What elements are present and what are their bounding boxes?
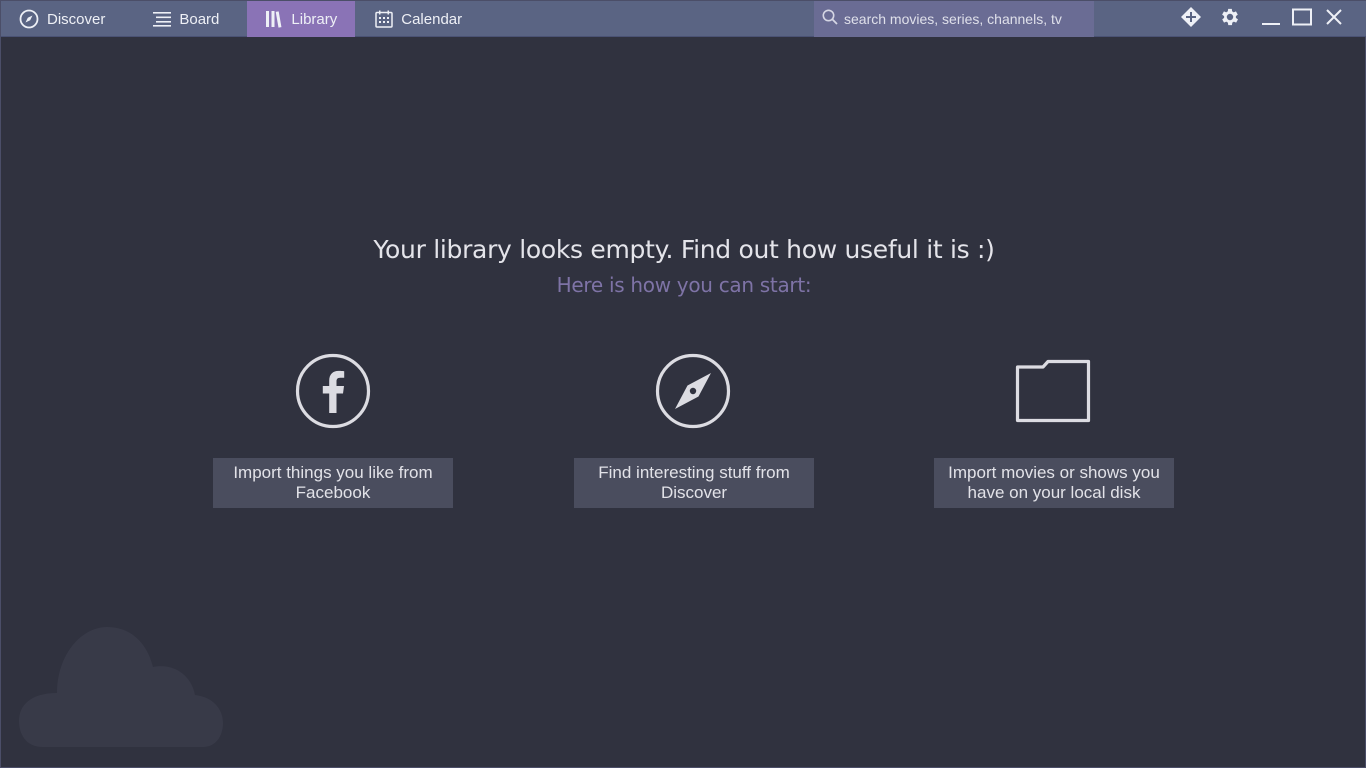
folder-icon — [1015, 353, 1091, 429]
search-icon — [822, 9, 838, 30]
facebook-icon — [295, 353, 371, 429]
close-button[interactable] — [1318, 1, 1350, 37]
cloud-icon — [19, 625, 225, 754]
addons-icon — [1180, 6, 1202, 33]
tab-library-label: Library — [291, 10, 338, 28]
tab-discover[interactable]: Discover — [1, 1, 123, 37]
tab-board-label: Board — [179, 10, 220, 28]
search-box — [814, 1, 1094, 37]
import-facebook-button[interactable]: Import things you like from Facebook — [213, 458, 453, 508]
maximize-icon — [1292, 8, 1312, 31]
top-navigation-bar: Discover Board Library Calendar — [1, 1, 1366, 37]
addons-button[interactable] — [1175, 1, 1207, 37]
search-input[interactable] — [844, 11, 1084, 27]
minimize-icon — [1261, 7, 1281, 32]
tab-discover-label: Discover — [47, 10, 106, 28]
empty-library-headline: Your library looks empty. Find out how u… — [373, 235, 995, 264]
compass-icon — [655, 353, 731, 429]
tab-calendar[interactable]: Calendar — [357, 1, 480, 37]
find-discover-button[interactable]: Find interesting stuff from Discover — [574, 458, 814, 508]
empty-library-subline: Here is how you can start: — [556, 273, 812, 297]
close-icon — [1325, 8, 1343, 31]
minimize-button[interactable] — [1255, 1, 1287, 37]
import-local-disk-button[interactable]: Import movies or shows you have on your … — [934, 458, 1174, 508]
maximize-button[interactable] — [1286, 1, 1318, 37]
compass-icon — [19, 9, 39, 29]
list-icon — [153, 11, 172, 27]
tab-board[interactable]: Board — [135, 1, 237, 37]
library-icon — [265, 10, 283, 28]
tab-library[interactable]: Library — [247, 1, 356, 37]
tab-calendar-label: Calendar — [401, 10, 463, 28]
calendar-icon — [375, 10, 393, 28]
gear-icon — [1219, 6, 1241, 33]
settings-button[interactable] — [1214, 1, 1246, 37]
